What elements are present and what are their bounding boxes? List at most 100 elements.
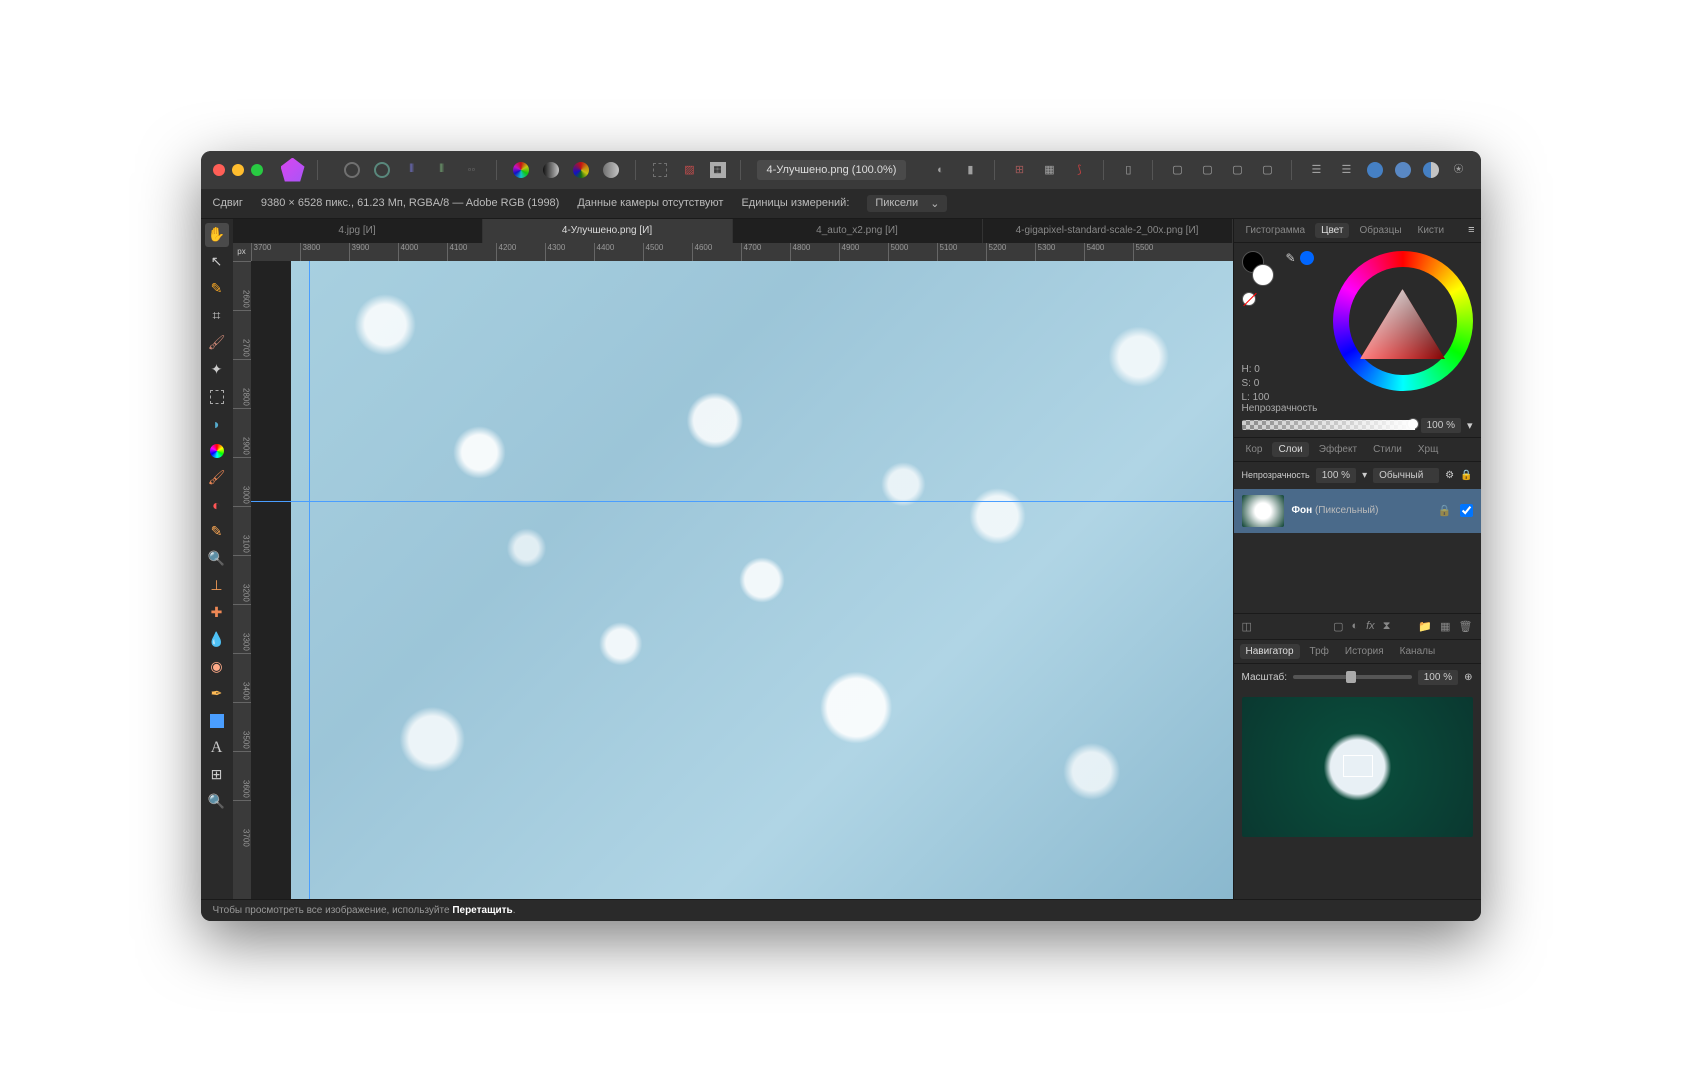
pen-tool[interactable]: ✒ — [205, 682, 229, 706]
tab-channels[interactable]: Каналы — [1394, 644, 1442, 659]
tab-navigator[interactable]: Навигатор — [1240, 644, 1300, 659]
zoom-in-icon[interactable]: ⊕ — [1464, 672, 1472, 683]
fx-icon[interactable]: fx — [1366, 620, 1375, 633]
layer-item[interactable]: Фон (Пиксельный) 🔒 — [1234, 489, 1481, 533]
color-wheel[interactable] — [1333, 251, 1473, 391]
layer-opacity-dropdown-icon[interactable]: ▾ — [1362, 470, 1367, 481]
live-filter-icon[interactable]: ⧗ — [1383, 620, 1391, 633]
vertical-guide[interactable] — [309, 261, 310, 899]
canvas[interactable] — [251, 261, 1233, 899]
adjustment-bw-icon[interactable] — [541, 160, 561, 180]
tab-1[interactable]: 4-Улучшено.png [И] — [483, 219, 733, 243]
tab-2[interactable]: 4_auto_x2.png [И] — [733, 219, 983, 243]
delete-layer-icon[interactable]: 🗑 — [1459, 620, 1473, 633]
tab-transform[interactable]: Трф — [1304, 644, 1335, 659]
opacity-dropdown-icon[interactable]: ▾ — [1467, 419, 1473, 432]
marquee-tool[interactable] — [205, 385, 229, 409]
ruler-unit[interactable]: px — [233, 243, 251, 261]
horizontal-guide[interactable] — [251, 501, 1233, 502]
tab-histogram[interactable]: Гистограмма — [1240, 223, 1312, 238]
arrange-back-icon[interactable]: ▢ — [1167, 160, 1187, 180]
persona-tone-icon[interactable]: ⫴ — [432, 160, 452, 180]
assistant-icon[interactable]: ▯ — [1118, 160, 1138, 180]
crop-tool[interactable]: ⌗ — [205, 304, 229, 328]
quick-mask-icon[interactable]: ▨ — [680, 160, 700, 180]
layer-opacity-value[interactable]: 100 % — [1316, 468, 1356, 483]
half-circle-icon[interactable] — [1421, 160, 1441, 180]
panel-menu-icon[interactable]: ≡ — [1468, 224, 1474, 236]
layer-lock-indicator-icon[interactable]: 🔒 — [1438, 504, 1452, 517]
stamp-tool[interactable]: ⊥ — [205, 574, 229, 598]
selection-brush-tool[interactable]: ✦ — [205, 358, 229, 382]
channels-icon[interactable]: ▮ — [960, 160, 980, 180]
group-icon[interactable]: 📁 — [1418, 620, 1432, 633]
zoom-tool[interactable]: 🔍 — [205, 790, 229, 814]
healing-tool[interactable]: ✚ — [205, 601, 229, 625]
persona-develop-icon[interactable]: ⫴ — [402, 160, 422, 180]
tab-3[interactable]: 4-gigapixel-standard-scale-2_00x.png [И] — [983, 219, 1233, 243]
blur-tool[interactable]: 💧 — [205, 628, 229, 652]
mask-icon[interactable]: ◐ — [930, 160, 950, 180]
tab-adjustments[interactable]: Кор — [1240, 442, 1269, 457]
snap-icon[interactable]: ⟆ — [1069, 160, 1089, 180]
add-layer-icon[interactable]: ▦ — [1440, 620, 1450, 633]
flood-fill-tool[interactable]: ◗ — [205, 412, 229, 436]
opacity-value[interactable]: 100 % — [1421, 418, 1461, 433]
primary-color-icon[interactable] — [1252, 264, 1274, 286]
adjustment-layer-icon[interactable]: ◐ — [1351, 620, 1358, 633]
close-icon[interactable] — [213, 164, 225, 176]
tab-effects[interactable]: Эффект — [1313, 442, 1363, 457]
gradient-tool[interactable] — [205, 439, 229, 463]
maximize-icon[interactable] — [251, 164, 263, 176]
zoom-value[interactable]: 100 % — [1418, 670, 1458, 685]
fill-circle-icon[interactable] — [1365, 160, 1385, 180]
mask-layer-icon[interactable]: ▢ — [1333, 620, 1343, 633]
text-tool[interactable]: A — [205, 736, 229, 760]
clone-tool[interactable]: ✎ — [205, 520, 229, 544]
color-swatches[interactable] — [1242, 251, 1282, 286]
align-center-icon[interactable]: ☰ — [1336, 160, 1356, 180]
tab-swatches[interactable]: Образцы — [1353, 223, 1407, 238]
arrange-forward-icon[interactable]: ▢ — [1227, 160, 1247, 180]
tab-color[interactable]: Цвет — [1315, 223, 1349, 238]
move-tool[interactable]: ↖ — [205, 250, 229, 274]
align-left-icon[interactable]: ☰ — [1306, 160, 1326, 180]
eyedropper-icon[interactable]: ✎ — [1286, 251, 1296, 265]
layer-group-left-icon[interactable]: ◫ — [1242, 620, 1252, 633]
stroke-circle-icon[interactable] — [1393, 160, 1413, 180]
tab-history[interactable]: История — [1339, 644, 1390, 659]
adjustment-hue-icon[interactable] — [571, 160, 591, 180]
blend-mode-dropdown[interactable]: Обычный — [1373, 468, 1439, 483]
tab-layers[interactable]: Слои — [1272, 442, 1308, 457]
erase-tool[interactable]: ◐ — [205, 493, 229, 517]
vertical-ruler[interactable]: 2600270028002900300031003200330034003500… — [233, 261, 251, 899]
tab-0[interactable]: 4.jpg [И] — [233, 219, 483, 243]
opacity-slider[interactable] — [1242, 420, 1415, 430]
adjustment-wheel-icon[interactable] — [511, 160, 531, 180]
tab-styles[interactable]: Стили — [1367, 442, 1408, 457]
navigator-viewport[interactable] — [1343, 755, 1373, 777]
hand-tool[interactable]: ✋ — [205, 223, 229, 247]
mesh-tool[interactable]: ⊞ — [205, 763, 229, 787]
minimize-icon[interactable] — [232, 164, 244, 176]
layer-visibility-checkbox[interactable] — [1460, 504, 1473, 517]
selection-icon[interactable] — [650, 160, 670, 180]
zoom-slider[interactable] — [1293, 675, 1412, 679]
color-picker-tool[interactable]: ✎ — [205, 277, 229, 301]
persona-export-icon[interactable]: ◦◦ — [462, 160, 482, 180]
navigator-thumbnail[interactable] — [1242, 697, 1473, 837]
brush-tool[interactable]: 🖌 — [205, 331, 229, 355]
persona-photo-icon[interactable] — [342, 160, 362, 180]
adjustment-grad-icon[interactable] — [601, 160, 621, 180]
persona-liquify-icon[interactable] — [372, 160, 392, 180]
layer-options-icon[interactable]: ⚙ — [1445, 470, 1454, 481]
layer-lock-icon[interactable]: 🔒 — [1460, 470, 1472, 481]
patch-tool[interactable]: ◉ — [205, 655, 229, 679]
account-icon[interactable]: ⍟ — [1449, 160, 1469, 180]
refine-icon[interactable]: ▦ — [710, 162, 726, 178]
horizontal-ruler[interactable]: 3700380039004000410042004300440045004600… — [251, 243, 1233, 261]
sampled-color-icon[interactable] — [1300, 251, 1314, 265]
tab-stock[interactable]: Хрщ — [1412, 442, 1444, 457]
grid-icon[interactable]: ⊞ — [1009, 160, 1029, 180]
units-dropdown[interactable]: Пиксели — [867, 195, 947, 212]
